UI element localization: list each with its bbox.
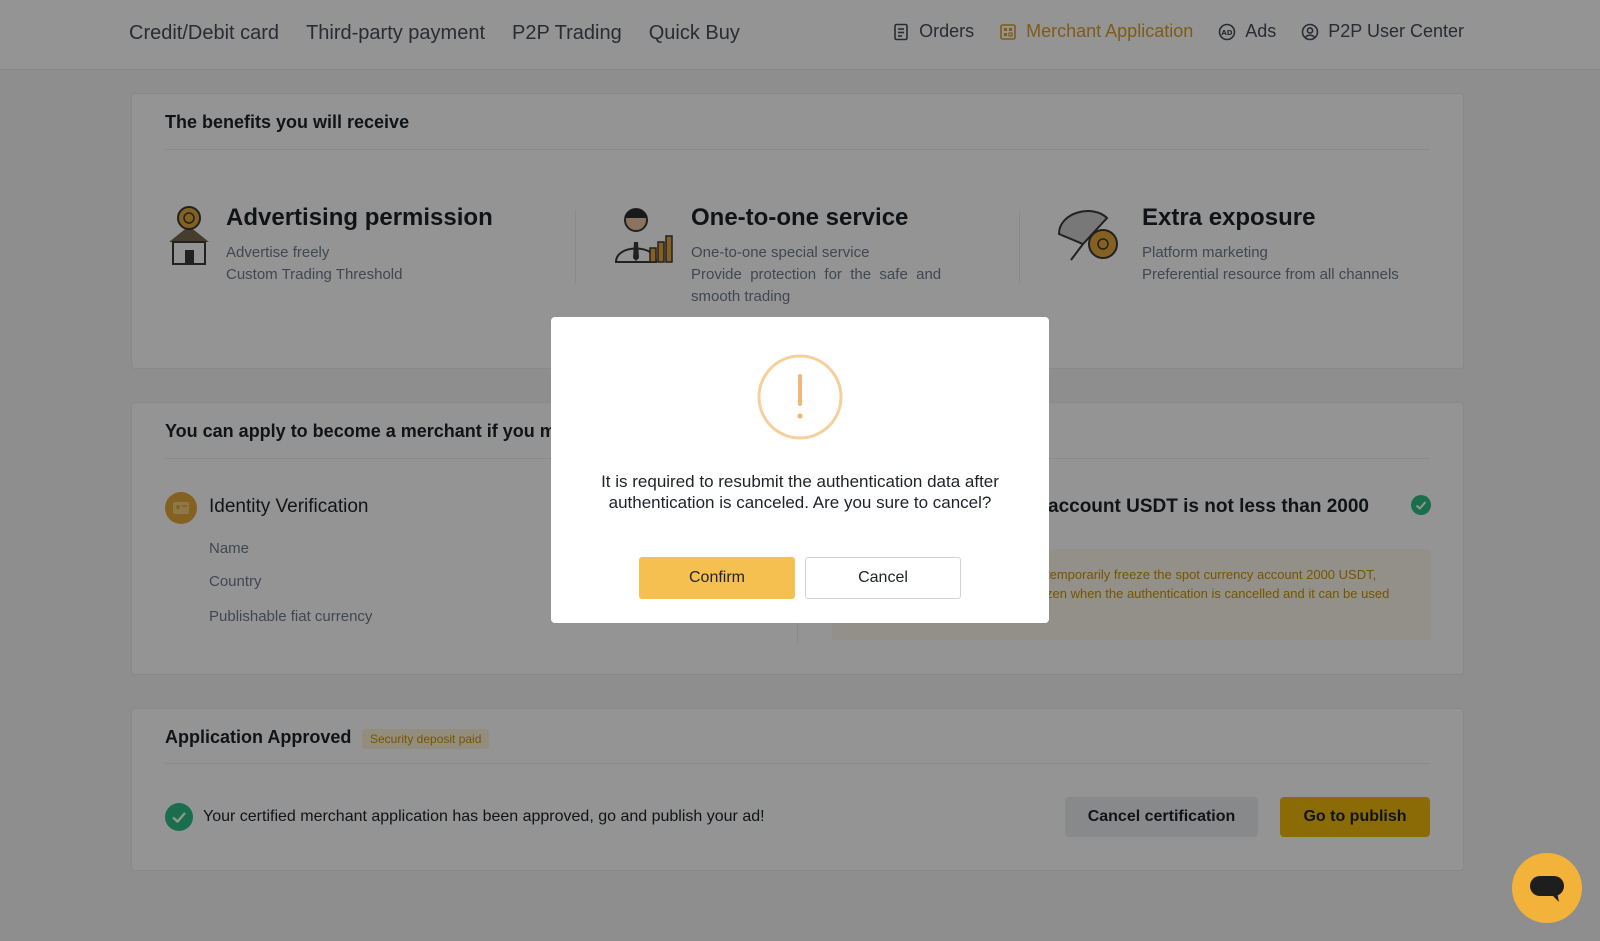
cancel-button[interactable]: Cancel [805, 557, 961, 599]
chat-icon [1530, 876, 1564, 902]
support-chat-button[interactable] [1512, 853, 1582, 923]
warning-icon [757, 354, 843, 440]
cancel-confirmation-dialog: It is required to resubmit the authentic… [551, 317, 1049, 623]
dialog-message: It is required to resubmit the authentic… [601, 472, 999, 512]
confirm-button[interactable]: Confirm [639, 557, 795, 599]
